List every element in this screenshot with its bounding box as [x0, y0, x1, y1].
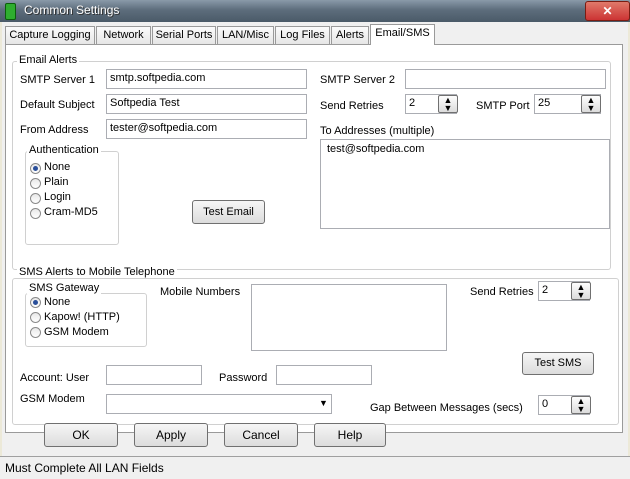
to-addresses-label: To Addresses (multiple) [320, 125, 435, 137]
status-text: Must Complete All LAN Fields [5, 461, 164, 475]
to-addresses-field[interactable]: test@softpedia.com [320, 139, 610, 229]
cancel-button[interactable]: Cancel [224, 423, 298, 447]
status-bar: Must Complete All LAN Fields [0, 456, 630, 479]
password-field[interactable] [276, 365, 372, 385]
from-address-label: From Address [20, 124, 89, 136]
auth-option-cram-md5: Cram-MD5 [44, 206, 98, 218]
ok-button[interactable]: OK [44, 423, 118, 447]
authentication-title: Authentication [27, 144, 101, 156]
help-button[interactable]: Help [314, 423, 386, 447]
auth-radio-cram-md5[interactable] [30, 208, 41, 219]
app-icon [5, 3, 16, 20]
tab-capture-logging[interactable]: Capture Logging [5, 26, 95, 44]
test-sms-button[interactable]: Test SMS [522, 352, 594, 375]
from-address-field[interactable]: tester@softpedia.com [106, 119, 307, 139]
default-subject-field[interactable]: Softpedia Test [106, 94, 307, 114]
tab-lan-misc[interactable]: LAN/Misc [217, 26, 274, 44]
send-retries-label: Send Retries [320, 100, 384, 112]
sms-gateway-title: SMS Gateway [27, 282, 102, 294]
apply-button[interactable]: Apply [134, 423, 208, 447]
smtp-server1-field[interactable]: smtp.softpedia.com [106, 69, 307, 89]
account-user-label: Account: User [20, 372, 90, 384]
gateway-radio-kapow[interactable] [30, 312, 41, 323]
gateway-option-kapow: Kapow! (HTTP) [44, 311, 120, 323]
account-user-field[interactable] [106, 365, 202, 385]
tab-log-files[interactable]: Log Files [275, 26, 330, 44]
gateway-option-gsm: GSM Modem [44, 326, 109, 338]
tab-serial-ports[interactable]: Serial Ports [152, 26, 216, 44]
tab-alerts[interactable]: Alerts [331, 26, 369, 44]
auth-option-plain: Plain [44, 176, 69, 188]
spin-updown-icon[interactable]: ▲ ▼ [438, 95, 458, 113]
password-label: Password [219, 372, 268, 384]
smtp-server2-field[interactable] [405, 69, 606, 89]
gateway-radio-none[interactable] [30, 297, 41, 308]
auth-option-login: Login [44, 191, 71, 203]
gateway-radio-gsm[interactable] [30, 327, 41, 338]
gsm-modem-select[interactable] [106, 394, 332, 414]
test-email-button[interactable]: Test Email [192, 200, 265, 224]
spin-updown-icon[interactable]: ▲ ▼ [571, 396, 591, 414]
sms-send-retries-label: Send Retries [470, 286, 534, 298]
spin-updown-icon[interactable]: ▲ ▼ [581, 95, 601, 113]
sms-alerts-title: SMS Alerts to Mobile Telephone [17, 266, 177, 278]
smtp-port-label: SMTP Port [476, 100, 530, 112]
auth-option-none: None [44, 161, 71, 173]
auth-radio-login[interactable] [30, 193, 41, 204]
mobile-numbers-label: Mobile Numbers [160, 286, 241, 298]
default-subject-label: Default Subject [20, 99, 95, 111]
tab-email-sms[interactable]: Email/SMS [370, 24, 435, 45]
dialog-client: Capture Logging Network Serial Ports LAN… [2, 22, 628, 478]
smtp-server2-label: SMTP Server 2 [320, 74, 395, 86]
tab-network[interactable]: Network [96, 26, 151, 44]
email-alerts-title: Email Alerts [17, 54, 80, 66]
title-bar: Common Settings ✕ [0, 0, 630, 22]
spin-updown-icon[interactable]: ▲ ▼ [571, 282, 591, 300]
auth-radio-plain[interactable] [30, 178, 41, 189]
gateway-option-none: None [44, 296, 71, 308]
gsm-modem-label: GSM Modem [20, 393, 85, 405]
smtp-server1-label: SMTP Server 1 [20, 74, 95, 86]
auth-radio-none[interactable] [30, 163, 41, 174]
mobile-numbers-field[interactable] [251, 284, 447, 351]
chevron-down-icon[interactable]: ▼ [319, 398, 328, 408]
gap-between-messages-label: Gap Between Messages (secs) [370, 402, 523, 414]
window-title: Common Settings [24, 3, 120, 17]
close-button[interactable]: ✕ [585, 1, 630, 21]
tab-panel: Email Alerts SMTP Server 1 smtp.softpedi… [5, 44, 623, 433]
